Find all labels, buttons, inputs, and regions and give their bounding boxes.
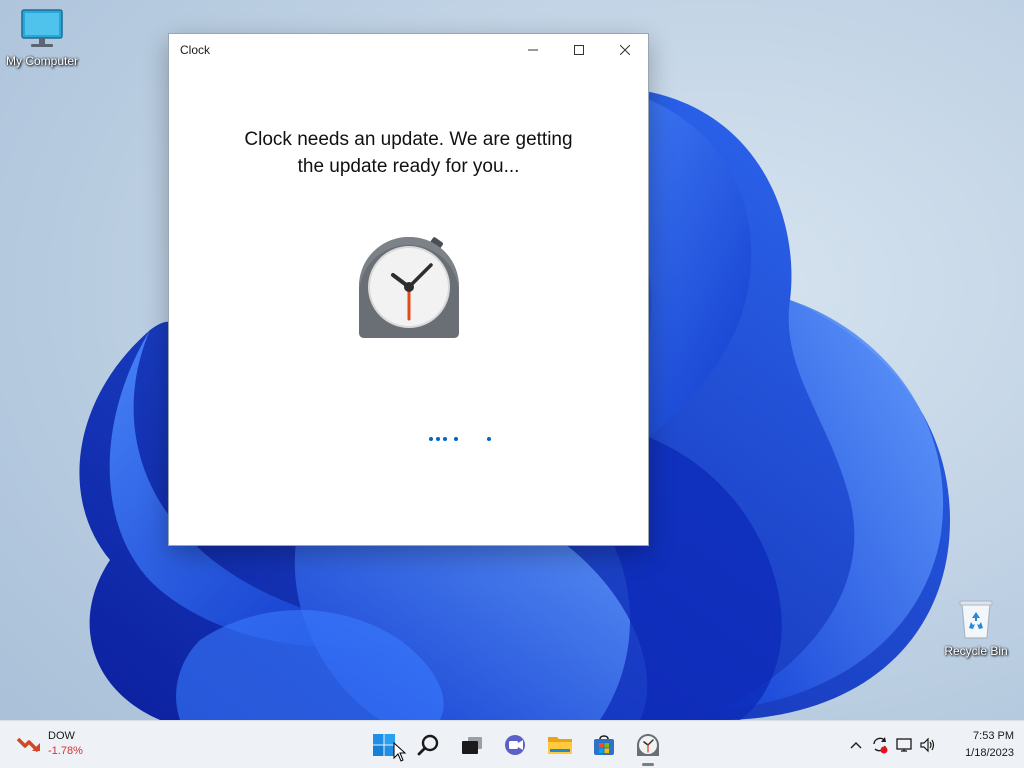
computer-monitor-icon: [21, 9, 63, 47]
system-tray: [844, 721, 940, 768]
search-icon: [417, 734, 439, 756]
volume-button[interactable]: [916, 729, 940, 761]
stock-change: -1.78%: [48, 745, 83, 757]
stock-widget[interactable]: DOW -1.78%: [16, 729, 83, 759]
desktop-icon-label: Recycle Bin: [944, 644, 1008, 658]
network-icon: [896, 738, 912, 752]
chevron-up-icon: [850, 742, 862, 749]
search-button[interactable]: [406, 721, 450, 768]
store-icon: [594, 735, 614, 755]
clock-app-icon: [637, 734, 659, 756]
window-titlebar[interactable]: Clock: [169, 34, 648, 66]
progress-dot: [436, 437, 440, 441]
clock-window: Clock Clock needs an update. We are gett…: [168, 33, 649, 546]
maximize-icon: [574, 45, 584, 55]
update-message-text: Clock needs an update. We are getting th…: [244, 129, 573, 177]
progress-dot: [454, 437, 458, 441]
sync-icon: [873, 737, 888, 754]
taskbar-apps: [362, 721, 670, 768]
volume-icon: [920, 737, 935, 753]
maximize-button[interactable]: [556, 34, 602, 66]
task-view-icon: [462, 737, 482, 754]
minimize-icon: [528, 49, 538, 51]
desktop-icon-recycle-bin[interactable]: Recycle Bin: [934, 598, 1018, 658]
network-button[interactable]: [892, 729, 916, 761]
update-message: Clock needs an update. We are getting th…: [169, 126, 648, 180]
store-button[interactable]: [582, 721, 626, 768]
show-hidden-icons-button[interactable]: [844, 729, 868, 761]
recycle-bin-icon: [959, 600, 993, 639]
desktop-icon-my-computer[interactable]: My Computer: [0, 8, 84, 68]
clock-app-icon: [359, 237, 459, 338]
file-explorer-icon: [548, 737, 572, 754]
clock-taskbar-button[interactable]: [626, 721, 670, 768]
window-title: Clock: [180, 43, 211, 57]
chat-icon: [505, 735, 525, 755]
desktop-icon-label: My Computer: [5, 54, 79, 68]
close-button[interactable]: [602, 34, 648, 66]
stock-down-icon: [16, 737, 40, 753]
progress-dot: [443, 437, 447, 441]
progress-dot: [487, 437, 491, 441]
file-explorer-button[interactable]: [538, 721, 582, 768]
mouse-cursor-icon: [393, 742, 407, 762]
taskbar-date: 1/18/2023: [965, 747, 1014, 759]
chat-button[interactable]: [494, 721, 538, 768]
taskbar-time: 7:53 PM: [973, 730, 1014, 742]
stock-name: DOW: [48, 730, 75, 742]
taskbar-clock[interactable]: 7:53 PM 1/18/2023: [944, 728, 1014, 762]
task-view-button[interactable]: [450, 721, 494, 768]
sync-status-button[interactable]: [868, 729, 892, 761]
minimize-button[interactable]: [510, 34, 556, 66]
taskbar: DOW -1.78% 7:53 PM 1/18/2023: [0, 720, 1024, 768]
progress-dot: [429, 437, 433, 441]
progress-indicator: [425, 435, 505, 443]
close-icon: [620, 45, 630, 55]
